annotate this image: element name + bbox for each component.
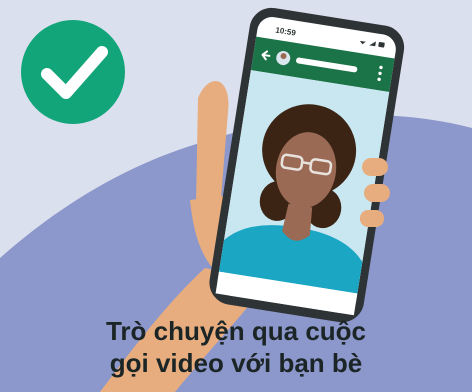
battery-icon xyxy=(378,41,385,48)
illustration: 10:59 Trò chuyện qua cuộc gọi video với … xyxy=(0,0,472,392)
checkmark-badge xyxy=(21,20,125,124)
caption-line-2: gọi video với bạn bè xyxy=(109,348,363,378)
caption-line-1: Trò chuyện qua cuộc xyxy=(105,316,367,346)
